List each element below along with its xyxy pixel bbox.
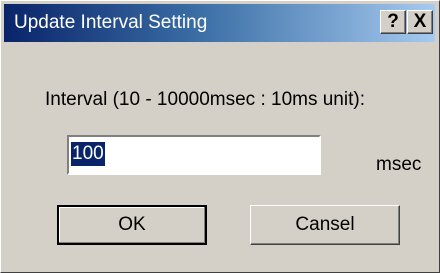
help-button[interactable]: ?: [380, 10, 406, 34]
interval-input[interactable]: 100: [67, 135, 321, 175]
close-button[interactable]: X: [407, 10, 433, 34]
interval-input-value[interactable]: 100: [71, 142, 105, 166]
cancel-button[interactable]: Cansel: [250, 205, 400, 245]
title-bar[interactable]: Update Interval Setting ? X: [4, 4, 435, 42]
interval-label: Interval (10 - 10000msec : 10ms unit):: [45, 89, 365, 110]
dialog-window: Update Interval Setting ? X Interval (10…: [0, 0, 440, 273]
unit-label: msec: [376, 154, 422, 175]
ok-button[interactable]: OK: [57, 205, 207, 245]
window-title: Update Interval Setting: [14, 12, 208, 33]
